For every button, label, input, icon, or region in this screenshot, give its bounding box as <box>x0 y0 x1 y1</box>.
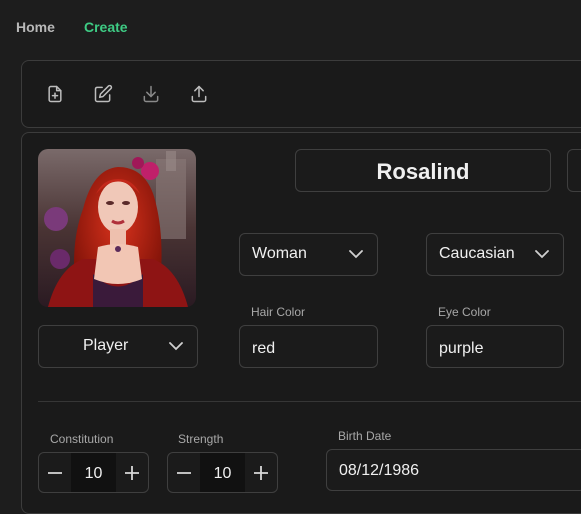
increment-button[interactable] <box>245 453 277 492</box>
strength-stepper: 10 <box>167 452 278 493</box>
strength-value[interactable]: 10 <box>200 453 245 492</box>
upload-icon[interactable] <box>188 83 210 105</box>
birth-date-field[interactable]: 08/12/1986 <box>326 449 581 491</box>
character-name-field[interactable]: Rosalind <box>295 149 551 192</box>
strength-label: Strength <box>178 432 224 446</box>
birth-date-value: 08/12/1986 <box>339 462 420 479</box>
character-name: Rosalind <box>376 159 470 184</box>
hair-color-value: red <box>252 340 276 357</box>
nav-home-link[interactable]: Home <box>16 19 55 35</box>
minus-icon <box>48 471 62 474</box>
constitution-value[interactable]: 10 <box>71 453 116 492</box>
sex-value: Woman <box>252 245 307 262</box>
decrement-button[interactable] <box>39 453 71 492</box>
role-value: Player <box>83 337 129 354</box>
nav-create-link[interactable]: Create <box>84 19 128 35</box>
race-select[interactable]: Caucasian <box>426 233 564 276</box>
secondary-field[interactable] <box>567 149 581 192</box>
new-file-icon[interactable] <box>44 83 66 105</box>
character-portrait[interactable] <box>38 149 196 307</box>
chevron-down-icon <box>535 250 549 259</box>
chevron-down-icon <box>349 250 363 259</box>
top-nav: Home Create <box>0 0 581 54</box>
plus-icon <box>125 465 139 480</box>
race-value: Caucasian <box>439 245 515 262</box>
minus-icon <box>177 471 191 474</box>
eye-color-value: purple <box>439 340 484 357</box>
hair-color-field[interactable]: red <box>239 325 378 368</box>
eye-color-field[interactable]: purple <box>426 325 564 368</box>
toolbar <box>21 60 581 128</box>
chevron-down-icon <box>169 342 183 351</box>
sex-select[interactable]: Woman <box>239 233 378 276</box>
decrement-button[interactable] <box>168 453 200 492</box>
download-icon[interactable] <box>140 83 162 105</box>
hair-color-label: Hair Color <box>251 305 306 319</box>
birth-date-label: Birth Date <box>338 429 392 443</box>
plus-icon <box>254 465 268 480</box>
role-select[interactable]: Player <box>38 325 198 368</box>
eye-color-label: Eye Color <box>438 305 491 319</box>
increment-button[interactable] <box>116 453 148 492</box>
constitution-label: Constitution <box>50 432 114 446</box>
section-divider <box>38 401 581 402</box>
constitution-stepper: 10 <box>38 452 149 493</box>
edit-icon[interactable] <box>92 83 114 105</box>
